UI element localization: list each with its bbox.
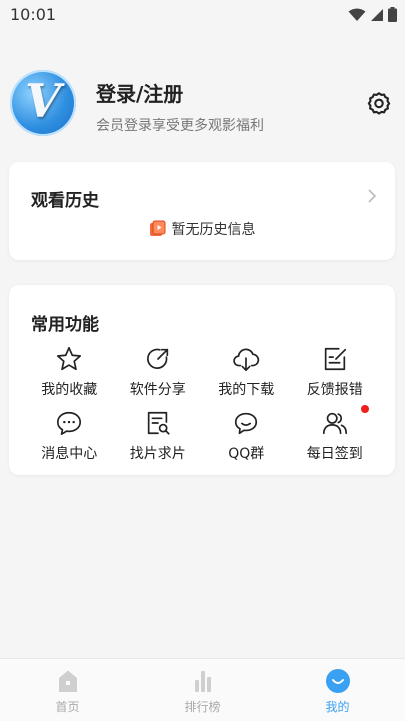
bottom-nav: 首页 排行榜 我的 <box>0 658 405 721</box>
star-icon <box>57 346 82 371</box>
message-center-button[interactable]: 消息中心 <box>25 409 114 463</box>
history-empty-text: 暂无历史信息 <box>171 222 256 238</box>
profile-header: V 登录/注册 会员登录享受更多观影福利 <box>10 70 395 140</box>
login-register-link[interactable]: 登录/注册 <box>96 78 183 107</box>
share-icon <box>146 348 168 369</box>
smile-icon <box>325 669 350 693</box>
watch-history-card[interactable]: 观看历史 暂无历史信息 <box>9 162 395 260</box>
function-label: 找片求片 <box>129 446 186 462</box>
battery-icon <box>388 7 397 22</box>
gear-icon <box>367 92 391 115</box>
chevron-right-icon[interactable] <box>367 188 377 204</box>
feedback-edit-icon <box>324 347 346 371</box>
nav-mine[interactable]: 我的 <box>270 659 405 721</box>
history-empty-state: 暂无历史信息 <box>9 219 395 239</box>
avatar[interactable]: V <box>10 70 76 136</box>
function-label: QQ群 <box>228 446 265 462</box>
chat-bubble-icon <box>57 411 82 436</box>
common-functions-card: 常用功能 我的收藏 软件分享 我的下载 反馈报错 消息中心 找片求片 QQ群 每… <box>9 285 395 475</box>
nav-home[interactable]: 首页 <box>0 659 135 721</box>
status-time: 10:01 <box>10 5 57 24</box>
nav-label: 排行榜 <box>184 700 221 714</box>
nav-label: 我的 <box>325 700 350 714</box>
functions-grid: 我的收藏 软件分享 我的下载 反馈报错 消息中心 找片求片 QQ群 每日签到 <box>25 345 379 463</box>
function-label: 消息中心 <box>41 446 98 462</box>
function-label: 我的收藏 <box>41 382 98 398</box>
feedback-button[interactable]: 反馈报错 <box>291 345 380 399</box>
nav-ranking[interactable]: 排行榜 <box>135 659 270 721</box>
function-label: 每日签到 <box>306 446 363 462</box>
bar-chart-icon <box>194 671 211 692</box>
avatar-logo: V <box>25 74 61 128</box>
wifi-icon <box>348 8 366 21</box>
home-icon <box>58 670 77 692</box>
signal-icon <box>371 8 383 21</box>
daily-checkin-button[interactable]: 每日签到 <box>291 405 380 463</box>
document-search-icon <box>147 411 170 435</box>
group-chat-icon <box>235 412 258 435</box>
cloud-download-icon <box>233 348 260 372</box>
downloads-button[interactable]: 我的下载 <box>202 345 291 399</box>
find-movie-button[interactable]: 找片求片 <box>114 409 203 463</box>
watch-history-title: 观看历史 <box>31 191 99 211</box>
nav-label: 首页 <box>55 700 80 714</box>
users-icon <box>322 412 347 435</box>
status-bar: 10:01 <box>0 0 405 30</box>
function-label: 我的下载 <box>218 382 275 398</box>
common-functions-title: 常用功能 <box>31 315 99 335</box>
favorites-button[interactable]: 我的收藏 <box>25 345 114 399</box>
qq-group-button[interactable]: QQ群 <box>202 409 291 463</box>
video-history-icon <box>149 220 165 236</box>
function-label: 软件分享 <box>129 382 186 398</box>
settings-button[interactable] <box>365 90 393 118</box>
function-label: 反馈报错 <box>306 382 363 398</box>
notification-dot <box>361 405 369 413</box>
share-app-button[interactable]: 软件分享 <box>114 345 203 399</box>
login-subtitle: 会员登录享受更多观影福利 <box>96 118 264 134</box>
